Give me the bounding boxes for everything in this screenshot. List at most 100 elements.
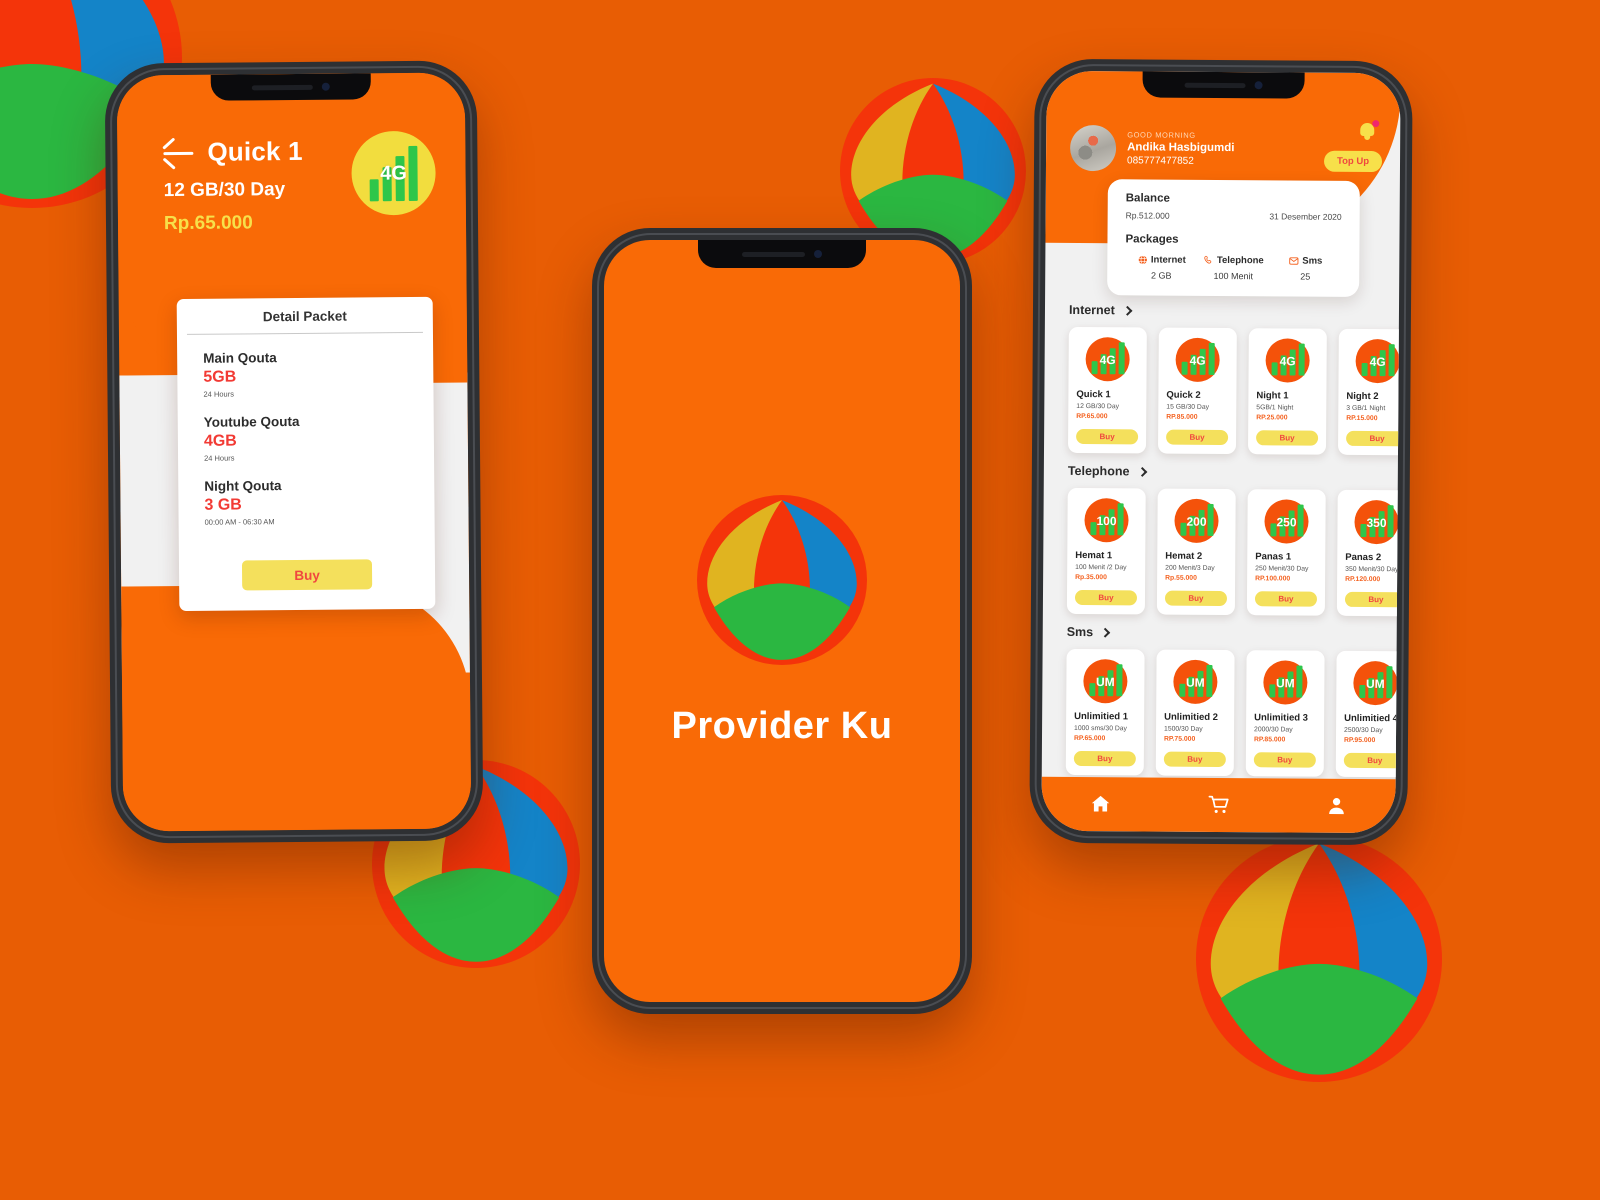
package-card[interactable]: 4G Quick 2 15 GB/30 Day RP.85.000 Buy [1157,327,1237,455]
package-name: Hemat 1 [1075,549,1113,562]
package-badge-icon: 350 [1354,499,1399,545]
package-card[interactable]: 100 Hemat 1 100 Menit /2 Day Rp.35.000 B… [1066,487,1146,615]
logo-leaves [1210,843,1428,1075]
mockup-stage: Quick 1 12 GB/30 Day Rp.65.000 4G Detail… [0,0,1600,1200]
decor-logo-bottomright [1196,836,1442,1082]
notification-badge-dot [1372,120,1380,128]
buy-button[interactable]: Buy [241,559,373,591]
package-badge-icon: 200 [1174,498,1219,543]
greeting-label: GOOD MORNING [1127,130,1196,140]
user-info: GOOD MORNING Andika Hasbigumdi 085777477… [1127,130,1235,167]
package-rail-sms[interactable]: UM Unlimitied 1 1000 sms/30 Day RP.65.00… [1065,648,1401,778]
section-header-internet[interactable]: Internet [1068,302,1133,318]
badge-label: 100 [1096,513,1117,529]
section-title: Telephone [1067,463,1130,479]
package-head: Telephone [1197,255,1269,267]
package-card[interactable]: 350 Panas 2 350 Menit/30 Day RP.120.000 … [1336,489,1401,617]
package-rail-internet[interactable]: 4G Quick 1 12 GB/30 Day RP.65.000 Buy 4G… [1067,326,1401,456]
package-name: Night 1 [1256,390,1289,402]
package-card[interactable]: UM Unlimitied 3 2000/30 Day RP.85.000 Bu… [1245,650,1325,777]
balance-card: Balance Rp.512.000 31 Desember 2020 Pack… [1107,179,1360,297]
notification-bell-icon[interactable] [1360,120,1380,143]
quota-time: 24 Hours [204,453,235,463]
quota-name: Youtube Qouta [203,413,300,430]
quota-name: Night Qouta [204,478,282,494]
package-desc: 5GB/1 Night [1256,404,1294,412]
chevron-right-icon[interactable] [1100,627,1111,638]
chevron-right-icon[interactable] [1122,305,1133,316]
user-name: Andika Hasbigumdi [1127,141,1235,155]
quota-value: 3 GB [204,496,242,514]
package-value: 100 Menit [1213,270,1254,282]
package-name: Unlimitied 2 [1164,711,1219,723]
package-summary-sms: Sms 25 [1269,255,1341,282]
package-name: Hemat 2 [1165,550,1203,562]
tab-profile[interactable] [1325,795,1347,817]
package-card[interactable]: 200 Hemat 2 200 Menit/3 Day Rp.55.000 Bu… [1156,488,1236,616]
detail-packet-heading: Detail Packet [186,296,423,335]
package-badge-icon: UM [1083,659,1128,704]
logo-leaves [707,499,857,660]
package-card[interactable]: 250 Panas 1 250 Menit/30 Day RP.100.000 … [1246,489,1326,616]
detail-packet-card: Detail Packet Main Qouta 5GB 24 Hours Yo… [176,296,436,612]
package-name: Night 2 [1346,390,1379,403]
package-price: RP.15.000 [1346,414,1378,423]
buy-button[interactable]: Buy [1344,591,1401,608]
package-badge-icon: 4G [1085,337,1130,382]
section-header-telephone[interactable]: Telephone [1067,463,1147,479]
buy-button[interactable]: Buy [1074,589,1138,606]
package-price: RP.85.000 [1166,413,1198,421]
buy-button[interactable]: Buy [1076,428,1139,445]
badge-label: 4G [380,162,408,185]
package-value: 2 GB [1150,270,1172,281]
top-up-button[interactable]: Top Up [1323,150,1383,173]
package-name: Quick 1 [1076,388,1111,401]
buy-button[interactable]: Buy [1343,752,1401,769]
tab-home[interactable] [1089,793,1111,815]
package-card[interactable]: 4G Night 2 3 GB/1 Night RP.15.000 Buy [1337,328,1401,456]
package-price: RP.85.000 [1253,736,1286,744]
buy-button[interactable]: Buy [1256,430,1319,446]
balance-amount: Rp.512.000 [1125,210,1170,221]
user-phone-number: 085777477852 [1126,155,1194,167]
package-card[interactable]: 4G Night 1 5GB/1 Night RP.25.000 Buy [1247,328,1327,455]
buy-button[interactable]: Buy [1164,590,1228,607]
balance-row: Rp.512.000 31 Desember 2020 [1126,210,1342,222]
section-title: Internet [1068,302,1115,318]
package-card[interactable]: UM Unlimitied 2 1500/30 Day RP.75.000 Bu… [1155,649,1235,777]
buy-button[interactable]: Buy [1166,429,1229,446]
package-card[interactable]: UM Unlimitied 1 1000 sms/30 Day RP.65.00… [1065,648,1145,776]
speaker-slot [1184,82,1246,88]
person-icon [1329,798,1344,815]
avatar[interactable] [1069,124,1117,172]
package-price: RP.100.000 [1255,575,1291,583]
buy-button[interactable]: Buy [1346,430,1401,447]
globe-icon [1138,255,1147,265]
package-rail-telephone[interactable]: 100 Hemat 1 100 Menit /2 Day Rp.35.000 B… [1066,487,1401,617]
tab-cart[interactable] [1207,794,1229,816]
package-badge-icon: 250 [1264,499,1309,544]
back-arrow-icon[interactable] [163,141,194,163]
package-price: Rp.35.000 [1075,573,1107,582]
package-desc: 100 Menit /2 Day [1075,563,1127,572]
phone-home-screen: GOOD MORNING Andika Hasbigumdi 085777477… [1029,58,1413,846]
badge-label: UM [1095,674,1115,690]
package-head: Internet [1125,254,1197,266]
buy-button[interactable]: Buy [1163,751,1226,768]
package-name: Telephone [1216,254,1264,267]
quota-value: 4GB [203,432,237,450]
screen-detail: Quick 1 12 GB/30 Day Rp.65.000 4G Detail… [116,72,472,832]
quota-time: 00:00 AM - 06:30 AM [204,517,275,527]
package-card[interactable]: UM Unlimitied 4 2500/30 Day RP.95.000 Bu… [1335,650,1401,778]
package-price: RP.75.000 [1163,735,1196,743]
badge-label: 4G [1369,354,1386,369]
section-header-sms[interactable]: Sms [1067,625,1111,639]
packages-title: Packages [1125,233,1179,246]
package-card[interactable]: 4G Quick 1 12 GB/30 Day RP.65.000 Buy [1067,326,1147,454]
buy-button[interactable]: Buy [1254,591,1318,607]
chevron-right-icon[interactable] [1137,466,1147,477]
buy-button[interactable]: Buy [1253,752,1316,768]
package-name: Internet [1150,254,1186,266]
quota-block: Youtube Qouta 4GB 24 Hours [178,413,434,463]
buy-button[interactable]: Buy [1073,750,1136,767]
